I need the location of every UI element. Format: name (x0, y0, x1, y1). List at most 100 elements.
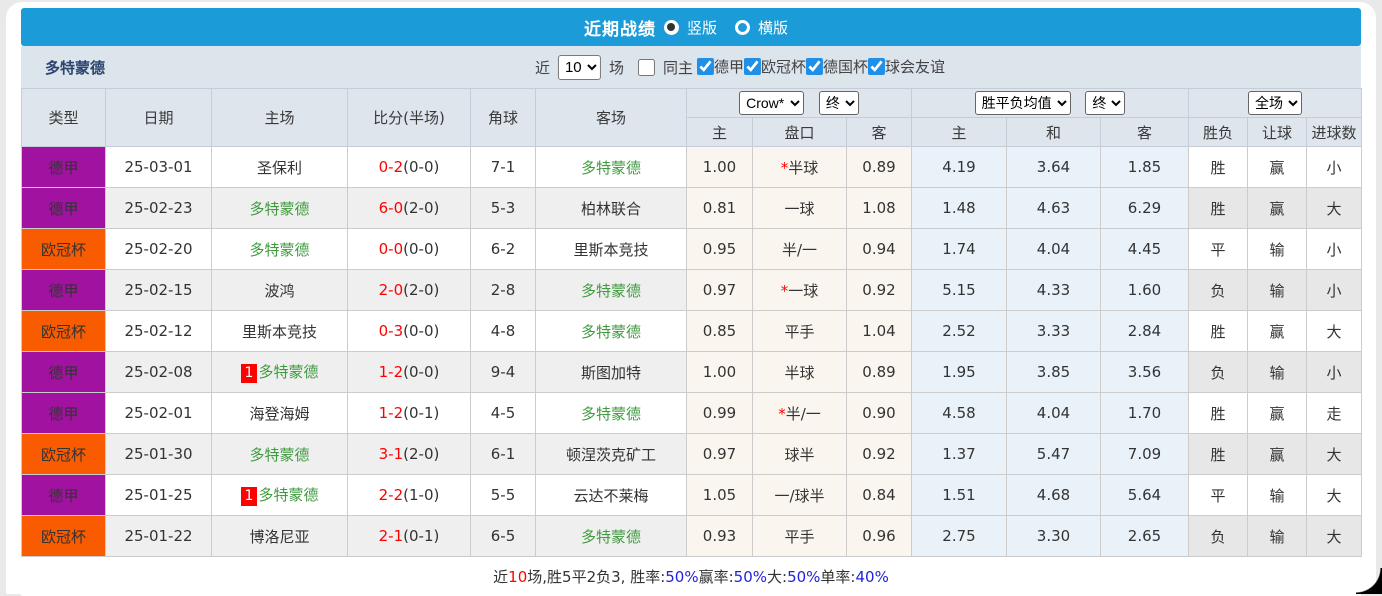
team-link[interactable]: 多特蒙德 (581, 159, 641, 177)
ah-line-cell: 一球 (753, 188, 847, 229)
home-team-cell[interactable]: 波鸿 (212, 270, 348, 311)
team-link[interactable]: 里斯本竞技 (242, 323, 317, 341)
team-link[interactable]: 斯图加特 (581, 364, 641, 382)
league-filter-3[interactable]: 球会友谊 (868, 56, 945, 77)
result-cell: 负 (1189, 516, 1248, 557)
team-link[interactable]: 多特蒙德 (581, 528, 641, 546)
eu-away-odds-cell: 2.65 (1101, 516, 1189, 557)
home-team-cell[interactable]: 圣保利 (212, 147, 348, 188)
ah-away-odds-cell: 1.08 (847, 188, 912, 229)
away-team-cell[interactable]: 多特蒙德 (536, 270, 687, 311)
scope-header: 全场 (1189, 89, 1362, 118)
full-time-score: 2-1 (379, 527, 404, 545)
team-link[interactable]: 多特蒙德 (249, 446, 309, 464)
corners-cell: 9-4 (471, 352, 536, 393)
league-checkbox[interactable] (806, 58, 823, 75)
summary-segment: 近 (493, 566, 508, 587)
league-checkbox[interactable] (744, 58, 761, 75)
goals-result-cell: 小 (1307, 229, 1362, 270)
team-link[interactable]: 多特蒙德 (249, 241, 309, 259)
vertical-layout-label[interactable]: 竖版 (687, 17, 717, 38)
home-team-cell[interactable]: 博洛尼亚 (212, 516, 348, 557)
eu-draw-odds-cell: 3.30 (1007, 516, 1101, 557)
sub-header-eu-home: 主 (912, 118, 1007, 147)
league-badge-cell: 德甲 (22, 270, 106, 311)
eu-draw-odds-cell: 4.63 (1007, 188, 1101, 229)
date-cell: 25-02-08 (106, 352, 212, 393)
corners-cell: 6-2 (471, 229, 536, 270)
bookmaker-select[interactable]: Crow* (739, 91, 804, 115)
team-link[interactable]: 柏林联合 (581, 200, 641, 218)
full-time-score: 1-2 (379, 363, 404, 381)
horizontal-layout-radio[interactable] (735, 20, 750, 35)
team-link[interactable]: 里斯本竞技 (573, 241, 648, 259)
away-team-cell[interactable]: 多特蒙德 (536, 516, 687, 557)
eu-away-odds-cell: 7.09 (1101, 434, 1189, 475)
league-label: 欧冠杯 (761, 56, 806, 77)
team-link[interactable]: 多特蒙德 (581, 323, 641, 341)
team-link[interactable]: 多特蒙德 (581, 282, 641, 300)
vertical-layout-radio[interactable] (664, 20, 679, 35)
table-row: 德甲25-01-251多特蒙德2-2(1-0)5-5云达不莱梅1.05一/球半0… (22, 475, 1362, 516)
home-team-cell[interactable]: 1多特蒙德 (212, 352, 348, 393)
eu-draw-odds-cell: 4.04 (1007, 393, 1101, 434)
goals-result-cell: 大 (1307, 188, 1362, 229)
league-filter-2[interactable]: 德国杯 (806, 56, 868, 77)
horizontal-layout-label[interactable]: 横版 (758, 17, 788, 38)
euro-final-select[interactable]: 终 (1085, 91, 1125, 115)
handicap-result-cell: 输 (1248, 516, 1307, 557)
league-checkbox[interactable] (868, 58, 885, 75)
team-link[interactable]: 多特蒙德 (258, 363, 318, 381)
half-time-score: (0-1) (403, 527, 439, 545)
home-team-cell[interactable]: 里斯本竞技 (212, 311, 348, 352)
team-link[interactable]: 多特蒙德 (249, 200, 309, 218)
eu-home-odds-cell: 4.58 (912, 393, 1007, 434)
league-badge-cell: 德甲 (22, 188, 106, 229)
home-team-cell[interactable]: 1多特蒙德 (212, 475, 348, 516)
away-team-cell[interactable]: 里斯本竞技 (536, 229, 687, 270)
ah-line-cell: 球半 (753, 434, 847, 475)
home-team-cell[interactable]: 多特蒙德 (212, 434, 348, 475)
filter-bar: 多特蒙德 近 10 场 同主 德甲欧冠杯德国杯球会友谊 (21, 46, 1361, 88)
team-link[interactable]: 云达不莱梅 (573, 487, 648, 505)
odds-average-select[interactable]: 胜平负均值 (975, 91, 1071, 115)
ah-home-odds-cell: 1.00 (687, 147, 753, 188)
away-team-cell[interactable]: 柏林联合 (536, 188, 687, 229)
away-team-cell[interactable]: 多特蒙德 (536, 311, 687, 352)
team-link[interactable]: 博洛尼亚 (249, 528, 309, 546)
away-team-cell[interactable]: 斯图加特 (536, 352, 687, 393)
team-link[interactable]: 海登海姆 (249, 405, 309, 423)
handicap-result-cell: 赢 (1248, 393, 1307, 434)
league-filter-0[interactable]: 德甲 (697, 56, 744, 77)
scope-select[interactable]: 全场 (1248, 91, 1302, 115)
asian-final-select[interactable]: 终 (819, 91, 859, 115)
summary-segment: 单率: (820, 566, 855, 587)
team-link[interactable]: 波鸿 (264, 282, 294, 300)
same-venue-checkbox[interactable] (638, 59, 655, 76)
corners-cell: 2-8 (471, 270, 536, 311)
away-team-cell[interactable]: 云达不莱梅 (536, 475, 687, 516)
ah-home-odds-cell: 0.97 (687, 270, 753, 311)
match-count-select[interactable]: 10 (558, 55, 601, 80)
full-time-score: 2-2 (379, 486, 404, 504)
team-link[interactable]: 多特蒙德 (581, 405, 641, 423)
away-team-cell[interactable]: 顿涅茨克矿工 (536, 434, 687, 475)
same-venue-label: 同主 (663, 57, 693, 78)
league-filter-1[interactable]: 欧冠杯 (744, 56, 806, 77)
team-link[interactable]: 多特蒙德 (258, 486, 318, 504)
summary-segment: 赢率: (699, 566, 734, 587)
eu-home-odds-cell: 2.52 (912, 311, 1007, 352)
home-team-cell[interactable]: 多特蒙德 (212, 188, 348, 229)
league-checkbox[interactable] (697, 58, 714, 75)
home-team-cell[interactable]: 海登海姆 (212, 393, 348, 434)
eu-away-odds-cell: 6.29 (1101, 188, 1189, 229)
eu-away-odds-cell: 4.45 (1101, 229, 1189, 270)
team-link[interactable]: 顿涅茨克矿工 (566, 446, 656, 464)
team-link[interactable]: 圣保利 (257, 159, 302, 177)
home-team-cell[interactable]: 多特蒙德 (212, 229, 348, 270)
ah-home-odds-cell: 1.05 (687, 475, 753, 516)
result-cell: 胜 (1189, 393, 1248, 434)
away-team-cell[interactable]: 多特蒙德 (536, 147, 687, 188)
away-team-cell[interactable]: 多特蒙德 (536, 393, 687, 434)
rank-badge: 1 (241, 487, 258, 506)
